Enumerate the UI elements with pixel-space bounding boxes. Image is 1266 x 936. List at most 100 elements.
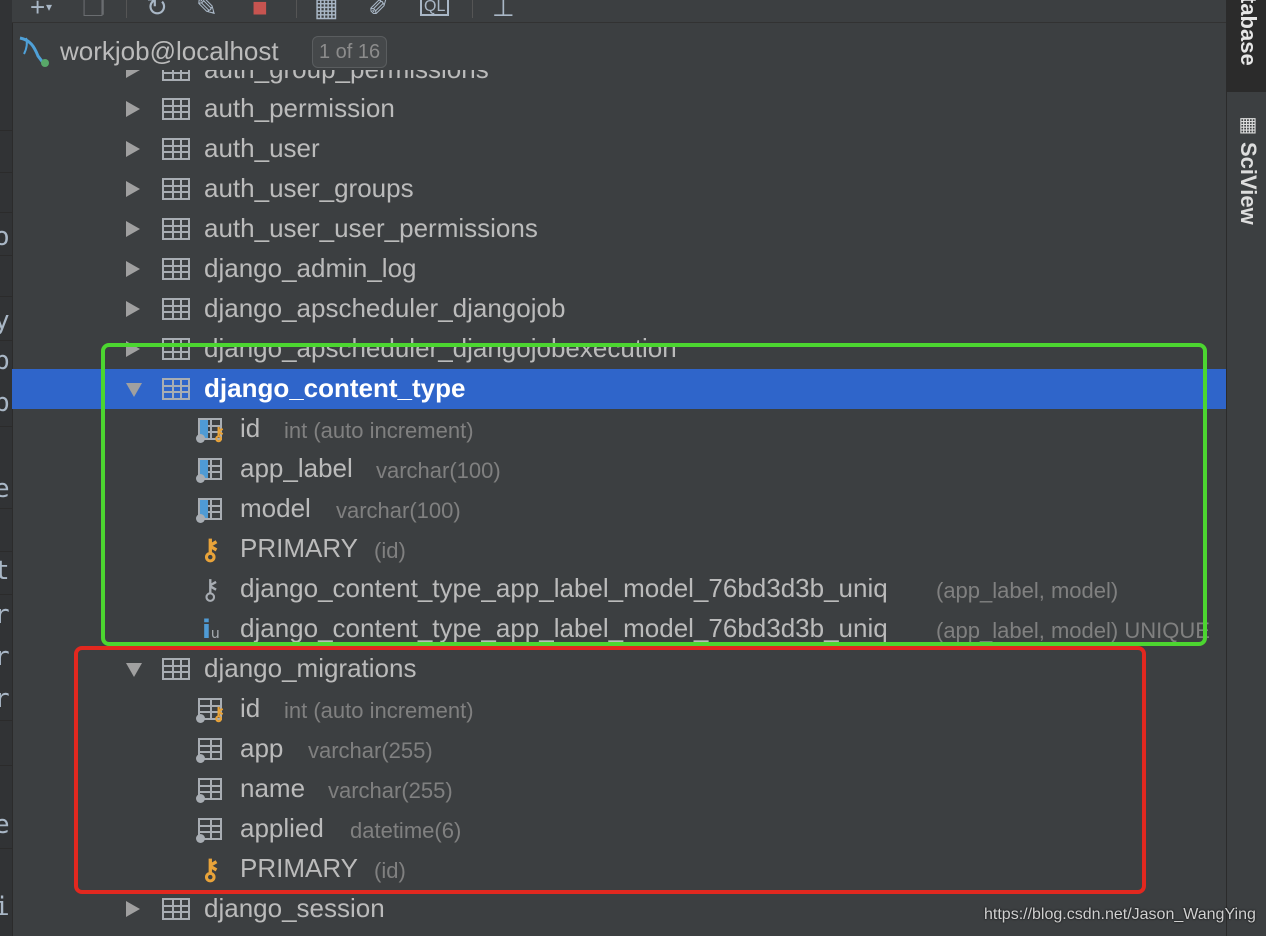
gutter-divider: [0, 172, 12, 173]
column-node[interactable]: ⚷ id int (auto increment): [12, 409, 1226, 449]
column-node[interactable]: applied datetime(6): [12, 809, 1226, 849]
tab-sciview[interactable]: SciView: [1235, 142, 1261, 225]
index-node[interactable]: iu django_content_type_app_label_model_7…: [12, 609, 1226, 649]
gutter-divider: [0, 255, 12, 256]
column-name: id: [240, 693, 261, 723]
right-tool-strip: tabase ▦ SciView: [1226, 0, 1266, 936]
table-icon: [162, 378, 190, 400]
gutter-divider: [0, 765, 12, 766]
gutter-char: i: [0, 892, 10, 922]
table-name: django_migrations: [204, 653, 417, 683]
expand-arrow-icon[interactable]: [126, 141, 140, 157]
primary-key-icon: ⚷: [200, 854, 221, 885]
expand-arrow-icon[interactable]: [126, 181, 140, 197]
gutter-char: r: [0, 600, 10, 630]
pin-icon[interactable]: ⊥: [492, 0, 515, 23]
column-node[interactable]: name varchar(255): [12, 769, 1226, 809]
primary-key-node[interactable]: ⚷ PRIMARY (id): [12, 529, 1226, 569]
table-node[interactable]: auth_permission: [12, 89, 1226, 129]
index-columns: (app_label, model) UNIQUE: [936, 618, 1210, 643]
tool-icon[interactable]: ✎: [196, 0, 218, 23]
schema-count-badge: 1 of 16: [312, 36, 388, 68]
column-type: int (auto increment): [284, 418, 474, 443]
table-name: auth_user_user_permissions: [204, 213, 538, 243]
expand-arrow-icon[interactable]: [126, 901, 140, 917]
key-node[interactable]: ⚷ django_content_type_app_label_model_76…: [12, 569, 1226, 609]
table-node[interactable]: auth_user_groups: [12, 169, 1226, 209]
chevron-down-icon[interactable]: ▾: [46, 0, 52, 14]
database-toolbar: + ▾ ❐ ↻ ✎ ■ ▦ ✐ QL ⊥: [12, 0, 1226, 23]
expand-arrow-icon[interactable]: [126, 221, 140, 237]
table-icon: [162, 98, 190, 120]
column-icon: [196, 458, 226, 484]
gutter-char: e: [0, 810, 10, 840]
gutter-char: t: [0, 556, 10, 586]
gutter-char: o: [0, 222, 10, 252]
column-type: datetime(6): [350, 818, 462, 843]
column-name: app_label: [240, 453, 353, 483]
expand-arrow-icon[interactable]: [126, 101, 140, 117]
column-name: applied: [240, 813, 324, 843]
table-icon: [162, 898, 190, 920]
column-node[interactable]: app varchar(255): [12, 729, 1226, 769]
expand-arrow-icon[interactable]: [126, 261, 140, 277]
table-node[interactable]: auth_user_user_permissions: [12, 209, 1226, 249]
gutter-char: b: [0, 388, 10, 418]
toolbar-separator: [472, 0, 473, 18]
connection-node[interactable]: workjob@localhost 1 of 16: [12, 30, 1226, 70]
table-icon: [162, 218, 190, 240]
column-icon: [196, 818, 226, 844]
column-name: model: [240, 493, 311, 523]
key-columns: (id): [374, 538, 406, 563]
key-icon: ⚷: [200, 574, 221, 605]
table-node-selected[interactable]: django_content_type: [12, 369, 1226, 409]
table-icon: [162, 298, 190, 320]
collapse-arrow-icon[interactable]: [126, 383, 142, 397]
sciview-icon[interactable]: ▦: [1235, 112, 1259, 136]
add-icon[interactable]: +: [30, 0, 45, 23]
column-type: varchar(255): [328, 778, 453, 803]
column-type: varchar(255): [308, 738, 433, 763]
index-name: django_content_type_app_label_model_76bd…: [240, 613, 888, 643]
collapse-arrow-icon[interactable]: [126, 663, 142, 677]
table-name: django_admin_log: [204, 253, 417, 283]
column-type: varchar(100): [336, 498, 461, 523]
table-name: auth_user_groups: [204, 173, 414, 203]
table-icon: [162, 138, 190, 160]
table-name: django_content_type: [204, 373, 466, 403]
tab-database-label: tabase: [1236, 0, 1261, 66]
table-node[interactable]: django_apscheduler_djangojobexecution: [12, 329, 1226, 369]
gutter-char: y: [0, 306, 10, 336]
table-node[interactable]: django_admin_log: [12, 249, 1226, 289]
duplicate-icon[interactable]: ❐: [82, 0, 105, 23]
table-icon: [162, 658, 190, 680]
expand-arrow-icon[interactable]: [126, 301, 140, 317]
refresh-icon[interactable]: ↻: [146, 0, 168, 23]
gutter-char: e: [0, 474, 10, 504]
primary-key-node[interactable]: ⚷ PRIMARY (id): [12, 849, 1226, 889]
column-icon: [196, 778, 226, 804]
gutter-char: r: [0, 642, 10, 672]
sql-console-icon[interactable]: QL: [420, 0, 450, 16]
stop-icon[interactable]: ■: [252, 0, 268, 23]
toolbar-separator: [296, 0, 297, 18]
expand-arrow-icon[interactable]: [126, 341, 140, 357]
key-name: PRIMARY: [240, 853, 358, 883]
column-node[interactable]: model varchar(100): [12, 489, 1226, 529]
column-type: varchar(100): [376, 458, 501, 483]
edit-icon[interactable]: ✐: [368, 0, 390, 23]
key-name: PRIMARY: [240, 533, 358, 563]
gutter-divider: [0, 508, 12, 509]
table-node[interactable]: auth_user: [12, 129, 1226, 169]
column-type: int (auto increment): [284, 698, 474, 723]
table-node[interactable]: django_migrations: [12, 649, 1226, 689]
column-node[interactable]: ⚷ id int (auto increment): [12, 689, 1226, 729]
table-view-icon[interactable]: ▦: [314, 0, 339, 23]
table-name: auth_user: [204, 133, 320, 163]
column-node[interactable]: app_label varchar(100): [12, 449, 1226, 489]
column-icon: [196, 498, 226, 524]
tab-database[interactable]: tabase: [1227, 0, 1266, 92]
table-node[interactable]: django_apscheduler_djangojob: [12, 289, 1226, 329]
watermark: https://blog.csdn.net/Jason_WangYing: [984, 906, 1256, 923]
key-columns: (id): [374, 858, 406, 883]
